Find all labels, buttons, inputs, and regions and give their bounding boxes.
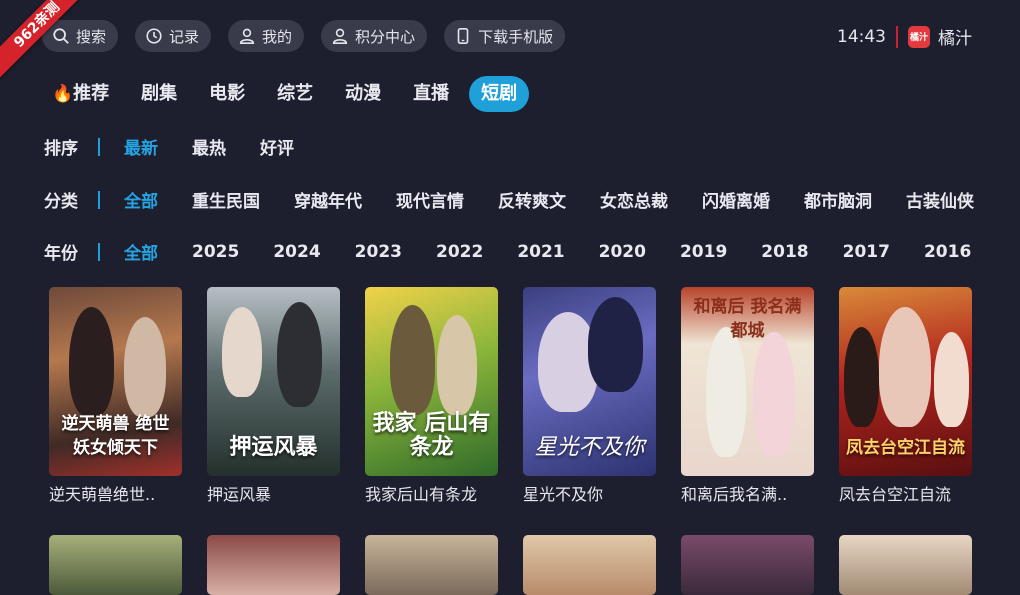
tab-series[interactable]: 剧集 (125, 76, 193, 112)
year-option[interactable]: 2023 (355, 242, 402, 262)
tab-recommend[interactable]: 🔥推荐 (52, 76, 125, 112)
filter-divider (98, 242, 100, 261)
poster-image: 逆天萌兽 绝世妖女倾天下 (49, 287, 182, 476)
poster-image[interactable] (839, 535, 972, 595)
category-option[interactable]: 都市脑洞 (804, 187, 872, 212)
top-toolbar: 搜索 记录 我的 积分中心 下载手机版 (42, 20, 566, 52)
search-button-label: 搜索 (76, 27, 107, 46)
profile-button-label: 我的 (262, 27, 293, 46)
card-title: 和离后我名满.. (681, 485, 788, 504)
year-option[interactable]: 全部 (124, 239, 158, 264)
category-filter: 分类 全部 重生民国 穿越年代 现代言情 反转爽文 女恋总裁 闪婚离婚 都市脑洞… (44, 187, 974, 212)
category-tabs: 🔥推荐 剧集 电影 综艺 动漫 直播 短剧 (52, 76, 530, 112)
poster-image: 和离后 我名满都城 (681, 287, 814, 476)
poster-title: 和离后 我名满都城 (693, 297, 802, 341)
sort-filter: 排序 最新 最热 好评 (44, 134, 328, 159)
poster-image[interactable] (49, 535, 182, 595)
sort-option[interactable]: 最新 (124, 134, 158, 159)
year-option[interactable]: 2025 (192, 242, 239, 262)
sort-option[interactable]: 最热 (192, 134, 226, 159)
category-option[interactable]: 全部 (124, 187, 158, 212)
fire-icon: 🔥 (52, 84, 74, 104)
poster-image[interactable] (681, 535, 814, 595)
search-icon (53, 28, 69, 44)
card-title: 我家后山有条龙 (365, 485, 478, 504)
tab-movies[interactable]: 电影 (193, 76, 261, 112)
card-title: 星光不及你 (523, 485, 604, 504)
year-option[interactable]: 2022 (436, 242, 483, 262)
drama-card[interactable]: 我家 后山有条龙 我家后山有条龙 (365, 287, 498, 505)
history-button[interactable]: 记录 (135, 20, 212, 52)
card-title: 押运风暴 (207, 485, 272, 504)
download-app-button[interactable]: 下载手机版 (444, 20, 566, 52)
phone-icon (457, 27, 469, 45)
year-option[interactable]: 2024 (273, 242, 320, 262)
brand-name: 橘汁 (938, 29, 972, 49)
tab-short-drama[interactable]: 短剧 (469, 76, 530, 112)
clock: 14:43 (837, 26, 886, 47)
tab-label: 推荐 (73, 83, 110, 104)
year-option[interactable]: 2021 (517, 242, 564, 262)
user-icon (332, 28, 348, 45)
sort-option[interactable]: 好评 (260, 134, 294, 159)
category-option[interactable]: 女恋总裁 (600, 187, 668, 212)
search-button[interactable]: 搜索 (42, 20, 119, 52)
drama-grid-row-2 (49, 535, 972, 595)
poster-title: 凤去台空江自流 (846, 438, 965, 458)
year-filter: 年份 全部 2025 2024 2023 2022 2021 2020 2019… (44, 239, 1005, 265)
download-app-button-label: 下载手机版 (478, 27, 554, 46)
year-option[interactable]: 2016 (924, 242, 971, 262)
poster-image[interactable] (523, 535, 656, 595)
category-option[interactable]: 闪婚离婚 (702, 187, 770, 212)
tab-variety[interactable]: 综艺 (261, 76, 329, 112)
year-option[interactable]: 2017 (843, 242, 890, 262)
card-title: 逆天萌兽绝世.. (49, 485, 156, 504)
poster-title: 押运风暴 (229, 435, 318, 460)
user-icon (239, 28, 255, 45)
card-title: 凤去台空江自流 (839, 485, 952, 504)
history-icon (146, 28, 162, 44)
filter-divider (98, 190, 100, 209)
divider (896, 25, 898, 48)
drama-card[interactable]: 逆天萌兽 绝世妖女倾天下 逆天萌兽绝世.. (49, 287, 182, 505)
category-label: 分类 (44, 192, 78, 212)
poster-image: 押运风暴 (207, 287, 340, 476)
brand-logo: 橘汁 (908, 25, 930, 48)
category-option[interactable]: 重生民国 (192, 187, 260, 212)
category-option[interactable]: 现代言情 (396, 187, 464, 212)
drama-grid: 逆天萌兽 绝世妖女倾天下 逆天萌兽绝世.. 押运风暴 押运风暴 我家 后山有条龙… (49, 287, 972, 505)
poster-image: 星光不及你 (523, 287, 656, 476)
profile-button[interactable]: 我的 (228, 20, 305, 52)
status-area: 14:43 橘汁 橘汁 (837, 24, 972, 49)
drama-card[interactable]: 星光不及你 星光不及你 (523, 287, 656, 505)
filter-divider (98, 137, 100, 156)
tab-anime[interactable]: 动漫 (329, 76, 397, 112)
year-label: 年份 (44, 244, 78, 264)
history-button-label: 记录 (169, 27, 200, 46)
poster-image[interactable] (365, 535, 498, 595)
points-center-button-label: 积分中心 (355, 27, 416, 46)
drama-card[interactable]: 和离后 我名满都城 和离后我名满.. (681, 287, 814, 505)
tab-live[interactable]: 直播 (397, 76, 465, 112)
poster-title: 我家 后山有条龙 (372, 411, 491, 460)
year-option[interactable]: 2020 (599, 242, 646, 262)
category-option[interactable]: 反转爽文 (498, 187, 566, 212)
drama-card[interactable]: 押运风暴 押运风暴 (207, 287, 340, 505)
poster-title: 星光不及你 (534, 435, 645, 460)
year-option[interactable]: 2019 (680, 242, 727, 262)
poster-title: 逆天萌兽 绝世妖女倾天下 (61, 414, 170, 458)
category-option[interactable]: 古装仙侠 (906, 187, 974, 212)
drama-card[interactable]: 凤去台空江自流 凤去台空江自流 (839, 287, 972, 505)
category-option[interactable]: 穿越年代 (294, 187, 362, 212)
year-option[interactable]: 2018 (761, 242, 808, 262)
poster-image: 凤去台空江自流 (839, 287, 972, 476)
points-center-button[interactable]: 积分中心 (321, 20, 428, 52)
sort-label: 排序 (44, 139, 78, 159)
poster-image[interactable] (207, 535, 340, 595)
poster-image: 我家 后山有条龙 (365, 287, 498, 476)
